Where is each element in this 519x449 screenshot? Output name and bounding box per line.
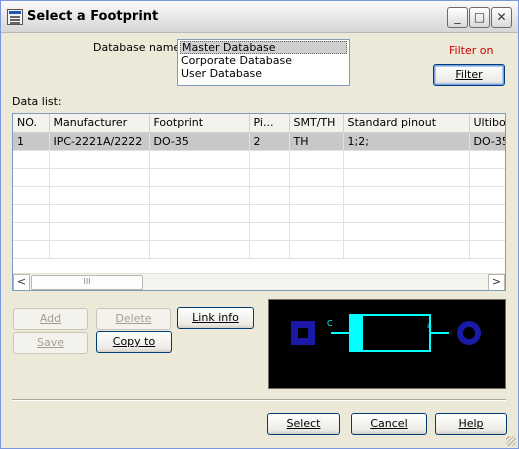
app-icon [7, 9, 23, 25]
help-button-label: Help [458, 417, 484, 430]
table-header-row: NO. Manufacturer Footprint Pi... SMT/TH … [13, 114, 505, 133]
filter-button[interactable]: Filter [433, 64, 505, 86]
cell-standard-pinout: 1;2; [343, 132, 470, 151]
cell-footprint: DO-35 [149, 132, 250, 151]
horizontal-scrollbar[interactable]: < III > [13, 273, 505, 290]
footprint-drawing: C a [291, 314, 481, 352]
empty-row [13, 222, 505, 241]
empty-row [13, 186, 505, 205]
bottom-separator [12, 399, 506, 401]
data-table: NO. Manufacturer Footprint Pi... SMT/TH … [13, 114, 505, 259]
pin-1-label: C [327, 319, 333, 328]
add-button-label: Add [39, 312, 62, 325]
cell-ultiboard: DO-35 [469, 132, 505, 151]
scroll-thumb[interactable]: III [31, 275, 143, 290]
cell-no: 1 [13, 132, 50, 151]
select-button-label: Select [286, 417, 321, 430]
copy-to-button[interactable]: Copy to [96, 331, 172, 353]
empty-row [13, 150, 505, 169]
empty-row [13, 240, 505, 259]
link-info-button-label: Link info [192, 311, 239, 324]
column-header-manufacturer[interactable]: Manufacturer [49, 114, 150, 133]
cell-smt-th: TH [289, 132, 344, 151]
delete-button[interactable]: Delete [96, 308, 171, 330]
pin-2-label: a [427, 321, 432, 330]
table-row[interactable]: 1 IPC-2221A/2222 DO-35 2 TH 1;2; DO-35 [13, 132, 505, 151]
save-button[interactable]: Save [13, 332, 88, 354]
scroll-left-arrow-icon[interactable]: < [13, 274, 30, 290]
filter-status: Filter on [449, 44, 494, 57]
cell-manufacturer: IPC-2221A/2222 [49, 132, 150, 151]
empty-row [13, 168, 505, 187]
delete-button-label: Delete [115, 312, 152, 325]
column-header-ultiboard[interactable]: Ultibo [469, 114, 505, 133]
empty-row [13, 204, 505, 223]
close-button[interactable]: ✕ [491, 7, 512, 28]
cancel-button-label: Cancel [370, 417, 408, 430]
data-list-label: Data list: [12, 95, 62, 108]
window-title: Select a Footprint [27, 9, 159, 24]
select-footprint-dialog: Select a Footprint _ □ ✕ Database name: … [0, 0, 519, 449]
column-header-standard-pinout[interactable]: Standard pinout [343, 114, 470, 133]
footprint-preview: C a [268, 299, 506, 389]
column-header-pins[interactable]: Pi... [249, 114, 290, 133]
cell-pins: 2 [249, 132, 290, 151]
column-header-footprint[interactable]: Footprint [149, 114, 250, 133]
pad-2-hole [463, 327, 475, 339]
cathode-band [349, 314, 363, 352]
database-option-corporate[interactable]: Corporate Database [180, 54, 347, 67]
scroll-right-arrow-icon[interactable]: > [488, 274, 505, 290]
add-button[interactable]: Add [13, 308, 88, 330]
help-button[interactable]: Help [435, 413, 507, 435]
data-list-grid[interactable]: NO. Manufacturer Footprint Pi... SMT/TH … [12, 113, 506, 291]
database-option-master[interactable]: Master Database [180, 41, 347, 54]
link-info-button[interactable]: Link info [177, 307, 254, 329]
copy-to-button-label: Copy to [112, 335, 156, 348]
select-button[interactable]: Select [267, 413, 340, 435]
column-header-no[interactable]: NO. [13, 114, 50, 133]
save-button-label: Save [36, 336, 64, 349]
filter-button-label: Filter [455, 68, 483, 81]
minimize-button[interactable]: _ [447, 7, 468, 28]
title-bar[interactable]: Select a Footprint _ □ ✕ [1, 1, 518, 33]
database-name-label: Database name: [93, 41, 184, 54]
resize-grip-icon[interactable] [506, 436, 516, 446]
maximize-button[interactable]: □ [469, 7, 490, 28]
cancel-button[interactable]: Cancel [351, 413, 427, 435]
column-header-smt-th[interactable]: SMT/TH [289, 114, 344, 133]
database-option-user[interactable]: User Database [180, 67, 347, 80]
pad-1-hole [298, 328, 308, 338]
database-listbox[interactable]: Master Database Corporate Database User … [177, 39, 350, 86]
